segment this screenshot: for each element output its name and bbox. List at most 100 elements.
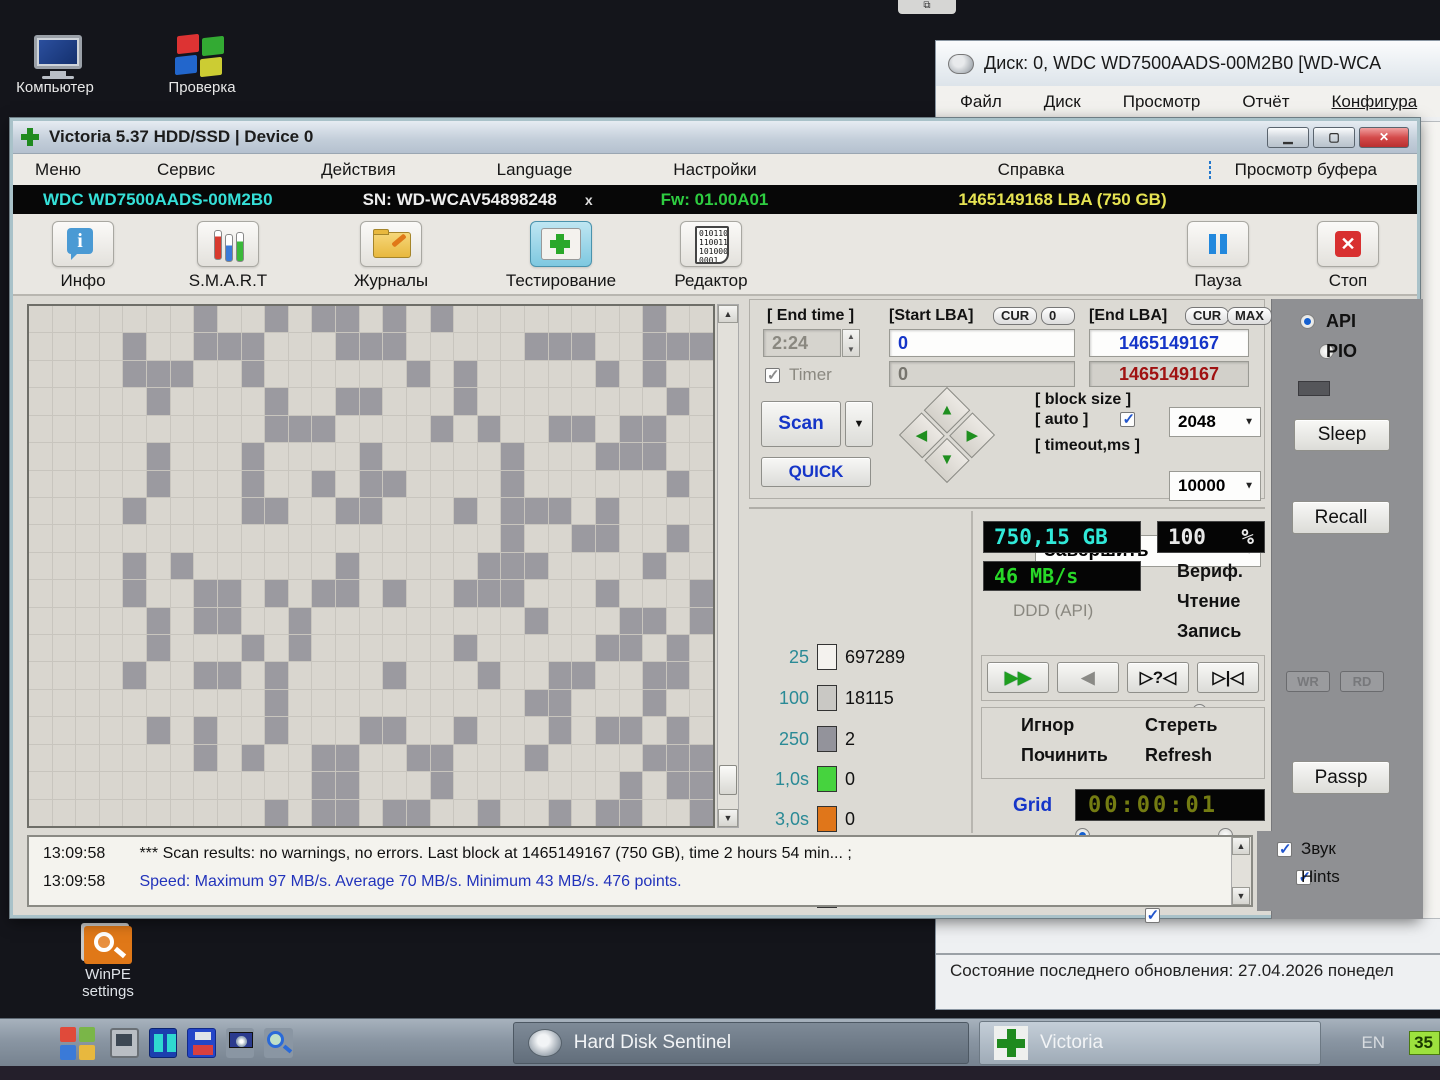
rd-button[interactable]: RD (1340, 671, 1384, 692)
taskbar-hds-button[interactable]: Hard Disk Sentinel (513, 1022, 969, 1064)
menu-language[interactable]: Language (489, 160, 581, 180)
map-block (194, 471, 217, 497)
hds-menu-file[interactable]: Файл (952, 92, 1010, 112)
wr-button[interactable]: WR (1286, 671, 1330, 692)
menu-service[interactable]: Сервис (149, 160, 223, 180)
victoria-titlebar[interactable]: Victoria 5.37 HDD/SSD | Device 0 ▁ ▢ ✕ (13, 121, 1417, 154)
start-lba-input[interactable]: 0 (889, 329, 1075, 357)
menu-settings[interactable]: Настройки (665, 160, 764, 180)
quicklaunch-media-icon[interactable] (226, 1028, 254, 1058)
map-block (147, 471, 170, 497)
map-block (242, 498, 265, 524)
toolbar-editor-button[interactable]: 010110 110011 101000 0001 Редактор (651, 221, 771, 291)
start-button[interactable] (58, 1025, 96, 1061)
desktop-icon-computer[interactable]: Компьютер (0, 35, 115, 96)
log-scrollbar[interactable]: ▲ ▼ (1231, 837, 1251, 905)
map-block (620, 608, 643, 634)
scan-button[interactable]: Scan (761, 401, 841, 447)
taskbar-victoria-button[interactable]: Victoria (979, 1021, 1321, 1065)
timeout-dropdown[interactable]: 10000 (1169, 471, 1261, 501)
toolbar-stop-button[interactable]: ✕ Стоп (1288, 221, 1408, 291)
hds-menu-view[interactable]: Просмотр (1115, 92, 1209, 112)
seek-question-button[interactable]: ▷?◁ (1127, 662, 1189, 693)
map-scrollbar[interactable]: ▲ ▼ (717, 304, 739, 828)
map-block (549, 800, 572, 826)
auto-checkbox[interactable] (1120, 412, 1135, 427)
toolbar-logs-button[interactable]: Журналы (331, 221, 451, 291)
api-radio[interactable] (1300, 314, 1315, 329)
desktop-icon-winpe-settings[interactable]: WinPE settings (48, 922, 168, 1000)
quicklaunch-files-icon[interactable] (149, 1028, 178, 1058)
hds-menu-report[interactable]: Отчёт (1234, 92, 1297, 112)
minimize-button[interactable]: ▁ (1267, 127, 1309, 148)
map-block (123, 608, 146, 634)
map-block (147, 443, 170, 469)
block-size-dropdown[interactable]: 2048 (1169, 407, 1261, 437)
grid-checkbox[interactable] (1145, 908, 1160, 923)
sound-checkbox[interactable] (1277, 842, 1292, 857)
scroll-up-arrow[interactable]: ▲ (718, 305, 738, 323)
end-time-spinner[interactable]: ▲▼ (842, 329, 860, 357)
hds-titlebar[interactable]: Диск: 0, WDC WD7500AADS-00M2B0 [WD-WCA (936, 41, 1440, 86)
quicklaunch-computer-icon[interactable] (110, 1028, 139, 1058)
map-block (218, 800, 241, 826)
taskbar: Hard Disk Sentinel Victoria EN 35 (0, 1018, 1440, 1066)
hds-menu-disk[interactable]: Диск (1036, 92, 1089, 112)
map-block (360, 662, 383, 688)
quick-button[interactable]: QUICK (761, 457, 871, 487)
map-block (265, 471, 288, 497)
recall-button[interactable]: Recall (1292, 501, 1390, 534)
menu-actions[interactable]: Действия (313, 160, 403, 180)
play-back-button[interactable]: ◀ (1057, 662, 1119, 693)
map-block (289, 717, 312, 743)
map-block (667, 608, 690, 634)
start-lba-zero-button[interactable]: 0 (1041, 307, 1075, 325)
toolbar-info-button[interactable]: i Инфо (23, 221, 143, 291)
tray-temperature-badge[interactable]: 35 (1409, 1031, 1440, 1055)
map-block (690, 608, 713, 634)
desktop-icon-proverka[interactable]: Проверка (142, 35, 262, 96)
map-block (596, 717, 619, 743)
quicklaunch-search-icon[interactable] (264, 1028, 292, 1058)
tray-language-indicator[interactable]: EN (1361, 1033, 1385, 1053)
map-block (501, 717, 524, 743)
map-block (643, 800, 666, 826)
toolbar-smart-button[interactable]: S.M.A.R.T (168, 221, 288, 291)
map-block (549, 443, 572, 469)
seek-end-button[interactable]: ▷|◁ (1197, 662, 1259, 693)
log-scroll-down[interactable]: ▼ (1232, 887, 1250, 905)
timer-checkbox[interactable] (765, 368, 780, 383)
toolbar-test-button[interactable]: Тестирование (491, 221, 631, 291)
passp-button[interactable]: Passp (1292, 761, 1390, 794)
map-block (265, 745, 288, 771)
log-side-options: Звук Hints (1257, 831, 1423, 911)
map-block (194, 333, 217, 359)
end-lba-cur-button[interactable]: CUR (1185, 307, 1229, 325)
end-lba-max-button[interactable]: MAX (1227, 307, 1272, 325)
scan-dropdown-arrow[interactable]: ▼ (845, 401, 873, 447)
sleep-button[interactable]: Sleep (1294, 419, 1390, 451)
menu-help[interactable]: Справка (990, 160, 1073, 180)
victoria-menubar: Меню Сервис Действия Language Настройки … (13, 154, 1417, 185)
log-scroll-up[interactable]: ▲ (1232, 837, 1250, 855)
map-block (194, 361, 217, 387)
hds-menu-config[interactable]: Конфигура (1324, 92, 1426, 112)
end-lba-input[interactable]: 1465149167 (1089, 329, 1249, 357)
play-forward-button[interactable]: ▶▶ (987, 662, 1049, 693)
map-block (549, 306, 572, 332)
menu-menu[interactable]: Меню (27, 160, 89, 180)
map-block (265, 498, 288, 524)
quicklaunch-save-icon[interactable] (187, 1028, 216, 1058)
toolbar-pause-button[interactable]: Пауза (1158, 221, 1278, 291)
scroll-down-arrow[interactable]: ▼ (718, 809, 738, 827)
map-block (336, 416, 359, 442)
end-time-input[interactable]: 2:24 (763, 329, 841, 357)
close-button[interactable]: ✕ (1359, 127, 1409, 148)
start-lba-cur-button[interactable]: CUR (993, 307, 1037, 325)
device-tab-close[interactable]: x (585, 192, 593, 208)
map-block (123, 306, 146, 332)
scrollbar-thumb[interactable] (719, 765, 737, 795)
buffer-view-button[interactable]: Просмотр буфера (1193, 159, 1393, 181)
map-block (242, 690, 265, 716)
maximize-button[interactable]: ▢ (1313, 127, 1355, 148)
